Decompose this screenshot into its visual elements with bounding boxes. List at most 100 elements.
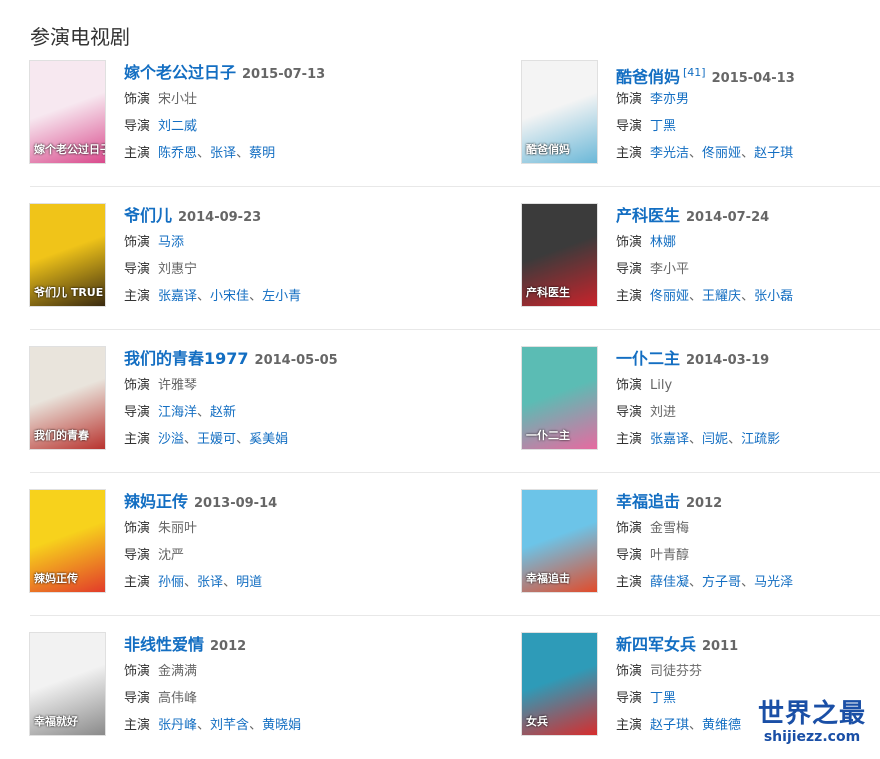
cast-member-link[interactable]: 马光泽	[754, 575, 793, 590]
cast-member-link[interactable]: 佟丽娅	[650, 289, 689, 304]
drama-poster[interactable]: 幸福追击	[521, 489, 598, 593]
cast-member-link[interactable]: 小宋佳	[210, 289, 249, 304]
role-label: 饰演	[616, 521, 643, 536]
cast-member-link[interactable]: 江疏影	[741, 432, 780, 447]
cast-line: 主演 李光洁、佟丽娅、赵子琪	[616, 140, 880, 167]
drama-poster[interactable]: 嫁个老公过日子	[29, 60, 106, 164]
drama-poster[interactable]: 一仆二主	[521, 346, 598, 450]
drama-poster[interactable]: 女兵	[521, 632, 598, 736]
cast-member-link[interactable]: 张译	[210, 146, 236, 161]
role-line: 饰演 司徒芬芬	[616, 658, 880, 685]
cast-line: 主演 孙俪、张译、明道	[124, 569, 454, 596]
role-line: 饰演 林娜	[616, 229, 880, 256]
cast-member-link[interactable]: 张丹峰	[158, 718, 197, 733]
cast-member-link[interactable]: 左小青	[262, 289, 301, 304]
cast-member-link[interactable]: 黄晓娟	[262, 718, 301, 733]
drama-info: 辣妈正传 2013-09-14 饰演 朱丽叶 导演 沈严 主演 孙俪、张译、明道	[124, 489, 454, 596]
director-line: 导演 丁黑	[616, 113, 880, 140]
director-name[interactable]: 丁黑	[650, 119, 676, 134]
separator: 、	[236, 146, 250, 161]
separator: 、	[249, 718, 263, 733]
poster-caption: 爷们儿 TRUE MAN	[34, 286, 105, 299]
role-line: 饰演 Lily	[616, 372, 880, 399]
director-line: 导演 刘进	[616, 399, 880, 426]
cast-member-link[interactable]: 闫妮	[702, 432, 728, 447]
cast-member-link[interactable]: 明道	[236, 575, 262, 590]
cast-member-link[interactable]: 黄维德	[702, 718, 741, 733]
drama-title-link[interactable]: 辣妈正传	[124, 492, 188, 511]
poster-caption: 我们的青春	[34, 429, 89, 442]
director-line: 导演 刘二威	[124, 113, 454, 140]
drama-title-link[interactable]: 嫁个老公过日子	[124, 63, 236, 82]
cast-member-link[interactable]: 蔡明	[249, 146, 275, 161]
cast-member-link[interactable]: 陈乔恩	[158, 146, 197, 161]
cast-member-link[interactable]: 方子哥	[702, 575, 741, 590]
director-line: 导演 李小平	[616, 256, 880, 283]
watermark-text: 世界之最	[757, 699, 866, 729]
drama-row: 嫁个老公过日子 嫁个老公过日子 2015-07-13 饰演 宋小壮 导演 刘二威 主演 陈乔恩、…	[0, 44, 880, 187]
director-label: 导演	[616, 405, 643, 420]
director-name[interactable]: 江海洋	[158, 405, 197, 420]
role-name[interactable]: 马添	[158, 235, 184, 250]
separator: 、	[184, 575, 198, 590]
director-line: 导演 刘惠宁	[124, 256, 454, 283]
drama-row: 辣妈正传 辣妈正传 2013-09-14 饰演 朱丽叶 导演 沈严 主演 孙俪、张译、明道 幸福追…	[0, 473, 880, 616]
cast-member-link[interactable]: 佟丽娅	[702, 146, 741, 161]
director-label: 导演	[124, 262, 151, 277]
director-name[interactable]: 赵新	[210, 405, 236, 420]
cast-member-link[interactable]: 孙俪	[158, 575, 184, 590]
drama-title-link[interactable]: 产科医生	[616, 206, 680, 225]
cast-member-link[interactable]: 张小磊	[754, 289, 793, 304]
director-name[interactable]: 刘二威	[158, 119, 197, 134]
citation-link[interactable]: [41]	[683, 66, 706, 79]
drama-title-line: 爷们儿 2014-09-23	[124, 203, 454, 229]
drama-date: 2012	[686, 496, 723, 511]
cast-member-link[interactable]: 王媛可	[197, 432, 236, 447]
drama-poster[interactable]: 酷爸俏妈	[521, 60, 598, 164]
cast-member-link[interactable]: 赵子琪	[650, 718, 689, 733]
cast-member-link[interactable]: 赵子琪	[754, 146, 793, 161]
cast-member-link[interactable]: 刘芊含	[210, 718, 249, 733]
separator: 、	[249, 289, 263, 304]
cast-member-link[interactable]: 张嘉译	[158, 289, 197, 304]
drama-date: 2013-09-14	[194, 496, 278, 511]
director-line: 导演 沈严	[124, 542, 454, 569]
drama-poster[interactable]: 辣妈正传	[29, 489, 106, 593]
drama-date: 2014-09-23	[178, 210, 262, 225]
role-line: 饰演 金雪梅	[616, 515, 880, 542]
separator: 、	[741, 289, 755, 304]
drama-title-link[interactable]: 一仆二主	[616, 349, 680, 368]
drama-date: 2012	[210, 639, 247, 654]
drama-grid: 嫁个老公过日子 嫁个老公过日子 2015-07-13 饰演 宋小壮 导演 刘二威 主演 陈乔恩、…	[0, 44, 880, 759]
drama-title-link[interactable]: 新四军女兵	[616, 635, 696, 654]
drama-date: 2015-07-13	[242, 67, 326, 82]
director-name[interactable]: 丁黑	[650, 691, 676, 706]
drama-poster[interactable]: 产科医生	[521, 203, 598, 307]
role-label: 饰演	[124, 92, 151, 107]
drama-title-link[interactable]: 爷们儿	[124, 206, 172, 225]
drama-title-link[interactable]: 幸福追击	[616, 492, 680, 511]
cast-member-link[interactable]: 奚美娟	[249, 432, 288, 447]
director-name: 刘进	[650, 405, 677, 420]
cast-member-link[interactable]: 沙溢	[158, 432, 184, 447]
drama-date: 2014-03-19	[686, 353, 770, 368]
cast-member-link[interactable]: 张译	[197, 575, 223, 590]
drama-poster[interactable]: 爷们儿 TRUE MAN	[29, 203, 106, 307]
cast-member-link[interactable]: 王耀庆	[702, 289, 741, 304]
role-name[interactable]: 林娜	[650, 235, 676, 250]
cast-member-link[interactable]: 张嘉译	[650, 432, 689, 447]
director-name: 沈严	[158, 548, 185, 563]
drama-poster[interactable]: 幸福就好	[29, 632, 106, 736]
drama-poster[interactable]: 我们的青春	[29, 346, 106, 450]
drama-title-line: 产科医生 2014-07-24	[616, 203, 880, 229]
cast-line: 主演 张丹峰、刘芊含、黄晓娟	[124, 712, 454, 739]
cast-member-link[interactable]: 李光洁	[650, 146, 689, 161]
drama-title-link[interactable]: 非线性爱情	[124, 635, 204, 654]
drama-title-link[interactable]: 酷爸俏妈	[616, 67, 680, 86]
drama-title-link[interactable]: 我们的青春1977	[124, 349, 249, 368]
role-name[interactable]: 李亦男	[650, 92, 689, 107]
cast-label: 主演	[616, 575, 643, 590]
role-name: 司徒芬芬	[650, 664, 703, 679]
director-name: 叶青醇	[650, 548, 690, 563]
cast-member-link[interactable]: 薛佳凝	[650, 575, 689, 590]
